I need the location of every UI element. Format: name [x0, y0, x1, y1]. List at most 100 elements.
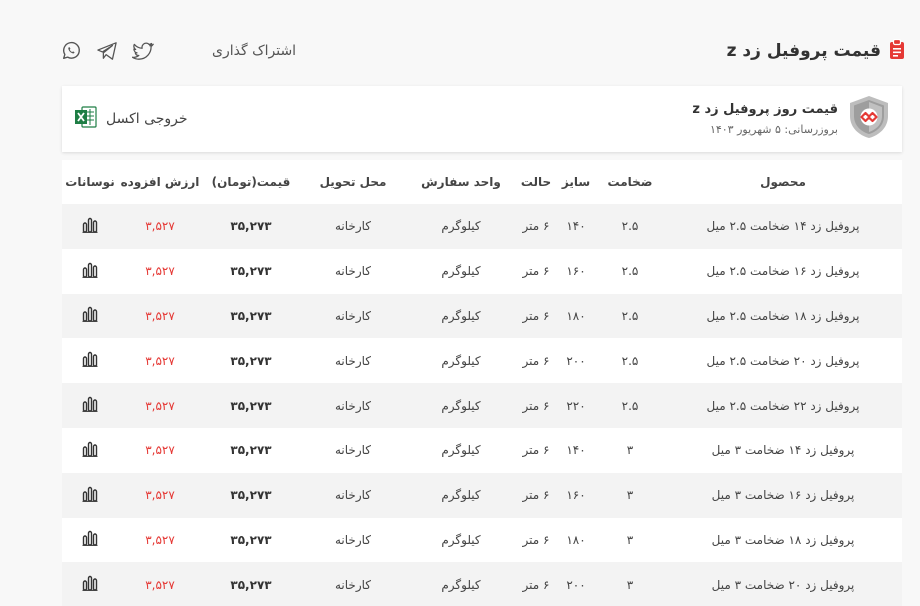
bar-chart-icon[interactable]: [82, 530, 98, 549]
table-row[interactable]: پروفیل زد ۱۸ ضخامت ۳ میل ۳ ۱۸۰ ۶ متر کیل…: [62, 517, 902, 563]
bar-chart-icon[interactable]: [82, 441, 98, 460]
thickness-cell: ۲.۵: [621, 219, 639, 234]
unit-cell: کیلوگرم: [441, 398, 481, 413]
price-cell: ۳۵,۲۷۳: [230, 443, 272, 458]
column-header-product[interactable]: محصول: [664, 160, 902, 204]
product-name[interactable]: پروفیل زد ۲۲ ضخامت ۲.۵ میل: [664, 383, 902, 428]
delivery-cell: کارخانه: [334, 264, 371, 279]
product-name[interactable]: پروفیل زد ۱۸ ضخامت ۳ میل: [664, 518, 902, 563]
size-cell: ۱۴۰: [566, 219, 586, 234]
info-card: قیمت روز پروفیل زد z بروزرسانی: ۵ شهریور…: [62, 86, 902, 152]
state-cell: ۶ متر: [522, 488, 550, 503]
size-cell: ۱۴۰: [566, 443, 586, 458]
excel-export-label: خروجی اکسل: [106, 111, 188, 127]
delivery-cell: کارخانه: [334, 488, 371, 503]
page-title: قیمت پروفیل زد z: [726, 41, 881, 61]
table-row[interactable]: پروفیل زد ۲۰ ضخامت ۲.۵ میل ۲.۵ ۲۰۰ ۶ متر…: [62, 338, 902, 384]
thickness-cell: ۲.۵: [621, 308, 639, 323]
state-cell: ۶ متر: [522, 264, 550, 279]
column-header-unit[interactable]: واحد سفارش: [406, 160, 516, 204]
price-cell: ۳۵,۲۷۳: [230, 353, 272, 368]
bar-chart-icon[interactable]: [82, 396, 98, 415]
size-cell: ۲۰۰: [566, 353, 586, 368]
table-row[interactable]: پروفیل زد ۱۸ ضخامت ۲.۵ میل ۲.۵ ۱۸۰ ۶ متر…: [62, 293, 902, 339]
product-name[interactable]: پروفیل زد ۱۴ ضخامت ۲.۵ میل: [664, 204, 902, 249]
thickness-cell: ۲.۵: [621, 264, 639, 279]
size-cell: ۲۲۰: [566, 398, 586, 413]
unit-cell: کیلوگرم: [441, 353, 481, 368]
thickness-cell: ۳: [626, 443, 634, 458]
unit-cell: کیلوگرم: [441, 577, 481, 592]
price-cell: ۳۵,۲۷۳: [230, 264, 272, 279]
vat-cell: ۳,۵۲۷: [145, 353, 175, 368]
product-name[interactable]: پروفیل زد ۱۶ ضخامت ۳ میل: [664, 473, 902, 518]
bar-chart-icon[interactable]: [82, 575, 98, 594]
fluctuation-cell: [62, 294, 118, 339]
thickness-cell: ۳: [626, 577, 634, 592]
delivery-cell: کارخانه: [334, 308, 371, 323]
delivery-cell: کارخانه: [334, 219, 371, 234]
fluctuation-cell: [62, 518, 118, 563]
price-table: محصول ضخامت سایز حالت واحد سفارش محل تحو…: [62, 160, 902, 606]
product-name[interactable]: پروفیل زد ۲۰ ضخامت ۳ میل: [664, 562, 902, 606]
state-cell: ۶ متر: [522, 532, 550, 547]
column-header-price[interactable]: قیمت(تومان): [202, 160, 300, 204]
thickness-cell: ۲.۵: [621, 353, 639, 368]
thickness-cell: ۲.۵: [621, 398, 639, 413]
thickness-cell: ۳: [626, 488, 634, 503]
price-cell: ۳۵,۲۷۳: [230, 532, 272, 547]
delivery-cell: کارخانه: [334, 577, 371, 592]
product-name[interactable]: پروفیل زد ۱۴ ضخامت ۳ میل: [664, 428, 902, 473]
twitter-icon[interactable]: [132, 40, 154, 62]
vat-cell: ۳,۵۲۷: [145, 532, 175, 547]
shield-logo-icon: [846, 94, 892, 144]
vat-cell: ۳,۵۲۷: [145, 398, 175, 413]
delivery-cell: کارخانه: [334, 398, 371, 413]
fluctuation-cell: [62, 383, 118, 428]
state-cell: ۶ متر: [522, 308, 550, 323]
product-name[interactable]: پروفیل زد ۱۶ ضخامت ۲.۵ میل: [664, 249, 902, 294]
brand-text: قیمت روز پروفیل زد z بروزرسانی: ۵ شهریور…: [692, 102, 838, 136]
column-header-size[interactable]: سایز: [556, 160, 596, 204]
unit-cell: کیلوگرم: [441, 443, 481, 458]
size-cell: ۱۶۰: [566, 264, 586, 279]
product-name[interactable]: پروفیل زد ۲۰ ضخامت ۲.۵ میل: [664, 338, 902, 383]
fluctuation-cell: [62, 204, 118, 249]
vat-cell: ۳,۵۲۷: [145, 264, 175, 279]
excel-icon: [74, 105, 98, 133]
bar-chart-icon[interactable]: [82, 306, 98, 325]
table-row[interactable]: پروفیل زد ۱۴ ضخامت ۲.۵ میل ۲.۵ ۱۴۰ ۶ متر…: [62, 204, 902, 249]
table-row[interactable]: پروفیل زد ۱۶ ضخامت ۳ میل ۳ ۱۶۰ ۶ متر کیل…: [62, 472, 902, 518]
telegram-icon[interactable]: [96, 40, 118, 62]
bar-chart-icon[interactable]: [82, 217, 98, 236]
fluctuation-cell: [62, 249, 118, 294]
page-title-group: قیمت پروفیل زد z: [726, 38, 905, 63]
table-row[interactable]: پروفیل زد ۲۲ ضخامت ۲.۵ میل ۲.۵ ۲۲۰ ۶ متر…: [62, 383, 902, 428]
fluctuation-cell: [62, 428, 118, 473]
svg-text:in: in: [168, 41, 169, 61]
size-cell: ۱۸۰: [566, 532, 586, 547]
product-name[interactable]: پروفیل زد ۱۸ ضخامت ۲.۵ میل: [664, 294, 902, 339]
whatsapp-icon[interactable]: [60, 40, 82, 62]
clipboard-icon: [889, 38, 905, 63]
column-header-delivery[interactable]: محل تحویل: [300, 160, 406, 204]
share-label: اشتراک گذاری: [212, 43, 297, 59]
column-header-vat[interactable]: ارزش افزوده: [118, 160, 202, 204]
column-header-fluctuations[interactable]: نوسانات: [62, 160, 118, 204]
table-row[interactable]: پروفیل زد ۱۴ ضخامت ۳ میل ۳ ۱۴۰ ۶ متر کیل…: [62, 427, 902, 473]
fluctuation-cell: [62, 473, 118, 518]
column-header-thickness[interactable]: ضخامت: [596, 160, 664, 204]
bar-chart-icon[interactable]: [82, 486, 98, 505]
table-row[interactable]: پروفیل زد ۲۰ ضخامت ۳ میل ۳ ۲۰۰ ۶ متر کیل…: [62, 562, 902, 606]
vat-cell: ۳,۵۲۷: [145, 308, 175, 323]
fluctuation-cell: [62, 338, 118, 383]
price-cell: ۳۵,۲۷۳: [230, 219, 272, 234]
size-cell: ۲۰۰: [566, 577, 586, 592]
bar-chart-icon[interactable]: [82, 351, 98, 370]
linkedin-icon[interactable]: in: [168, 40, 190, 62]
excel-export-button[interactable]: خروجی اکسل: [74, 105, 188, 133]
table-row[interactable]: پروفیل زد ۱۶ ضخامت ۲.۵ میل ۲.۵ ۱۶۰ ۶ متر…: [62, 248, 902, 294]
column-header-state[interactable]: حالت: [516, 160, 556, 204]
bar-chart-icon[interactable]: [82, 262, 98, 281]
fluctuation-cell: [62, 562, 118, 606]
